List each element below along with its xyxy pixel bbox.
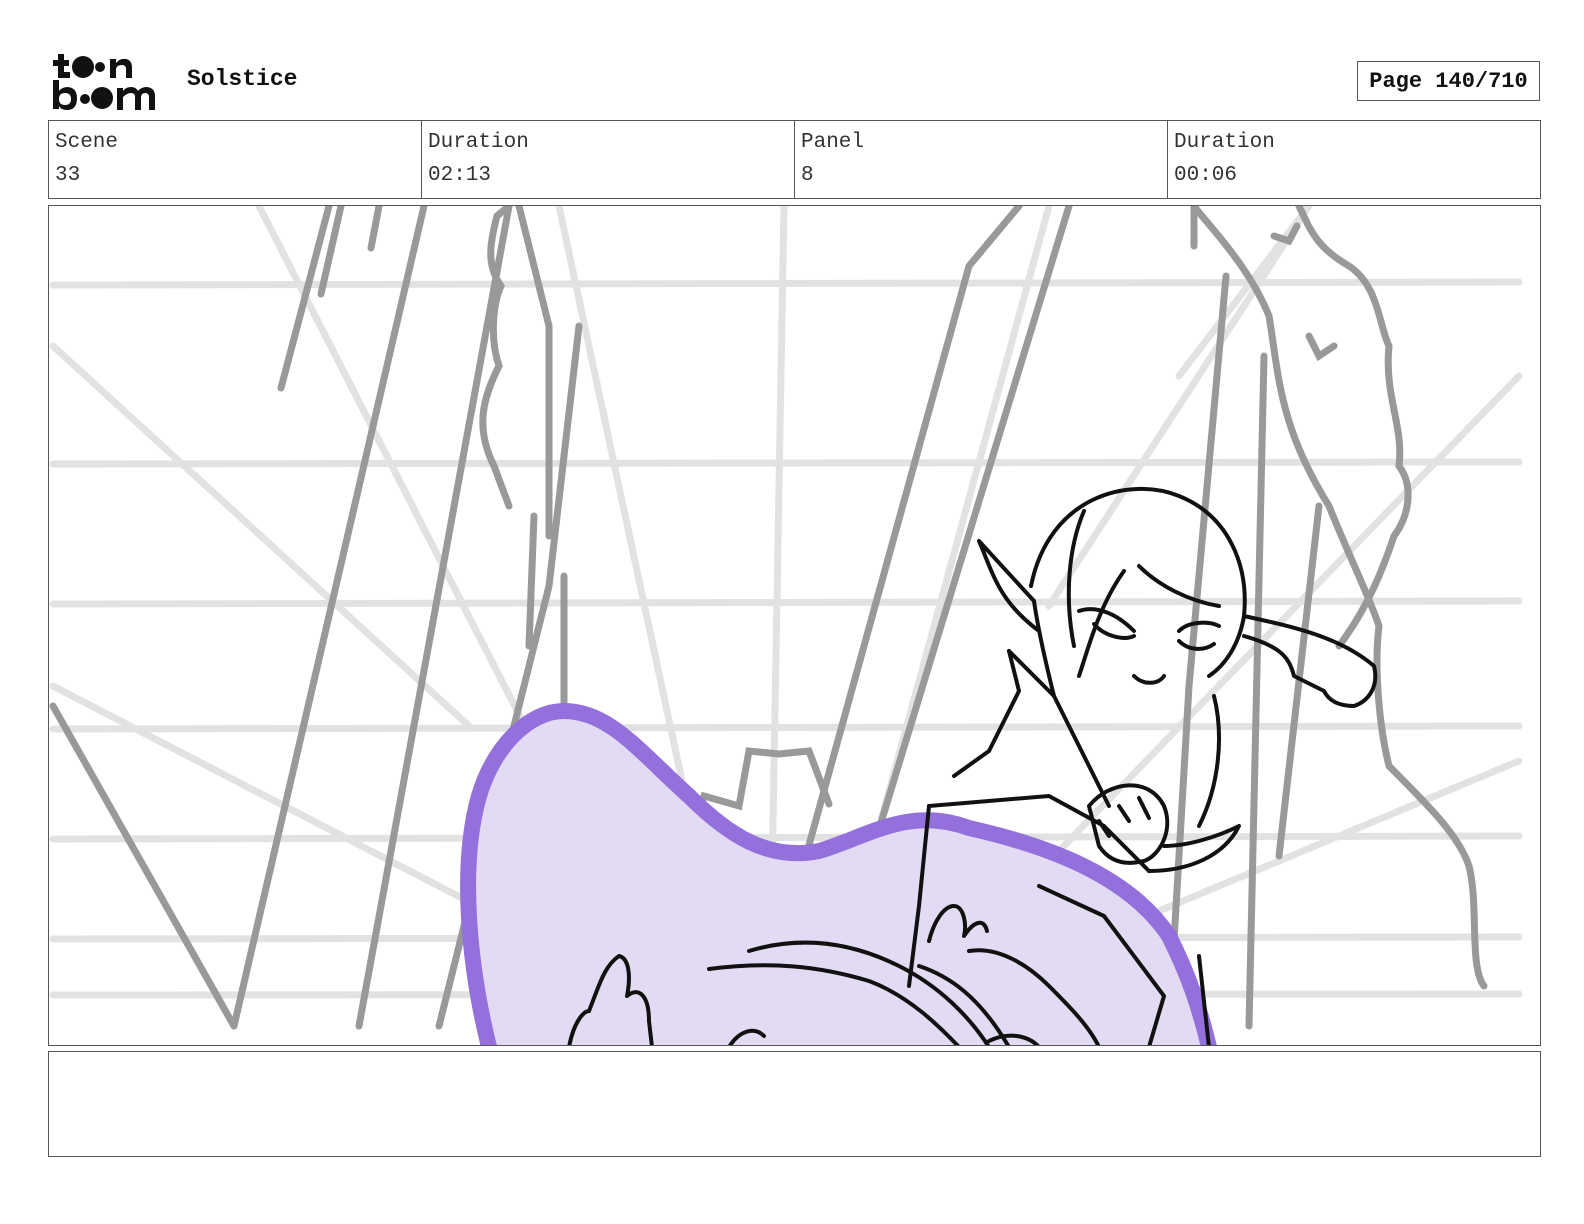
- panel-duration-value: 00:06: [1174, 164, 1238, 187]
- panel-notes-box: [48, 1051, 1541, 1157]
- panel-value: 8: [801, 164, 814, 187]
- panel-cell: Panel 8: [795, 121, 1168, 198]
- scene-duration-value: 02:13: [428, 164, 492, 187]
- panel-duration-cell: Duration 00:06: [1168, 121, 1540, 198]
- scene-info-row: Scene 33 Duration 02:13 Panel 8 Duration…: [48, 120, 1541, 199]
- panel-duration-label: Duration: [1174, 131, 1275, 154]
- storyboard-sketch-image: [49, 206, 1523, 1045]
- scene-duration-label: Duration: [428, 131, 529, 154]
- page-indicator: Page 140/710: [1357, 61, 1540, 101]
- panel-label: Panel: [801, 131, 865, 154]
- scene-duration-cell: Duration 02:13: [422, 121, 795, 198]
- storyboard-panel: [48, 205, 1541, 1046]
- project-title: Solstice: [187, 66, 298, 92]
- toon-boom-logo: [53, 54, 155, 110]
- scene-label: Scene: [55, 131, 119, 154]
- scene-value: 33: [55, 164, 81, 187]
- scene-cell: Scene 33: [49, 121, 422, 198]
